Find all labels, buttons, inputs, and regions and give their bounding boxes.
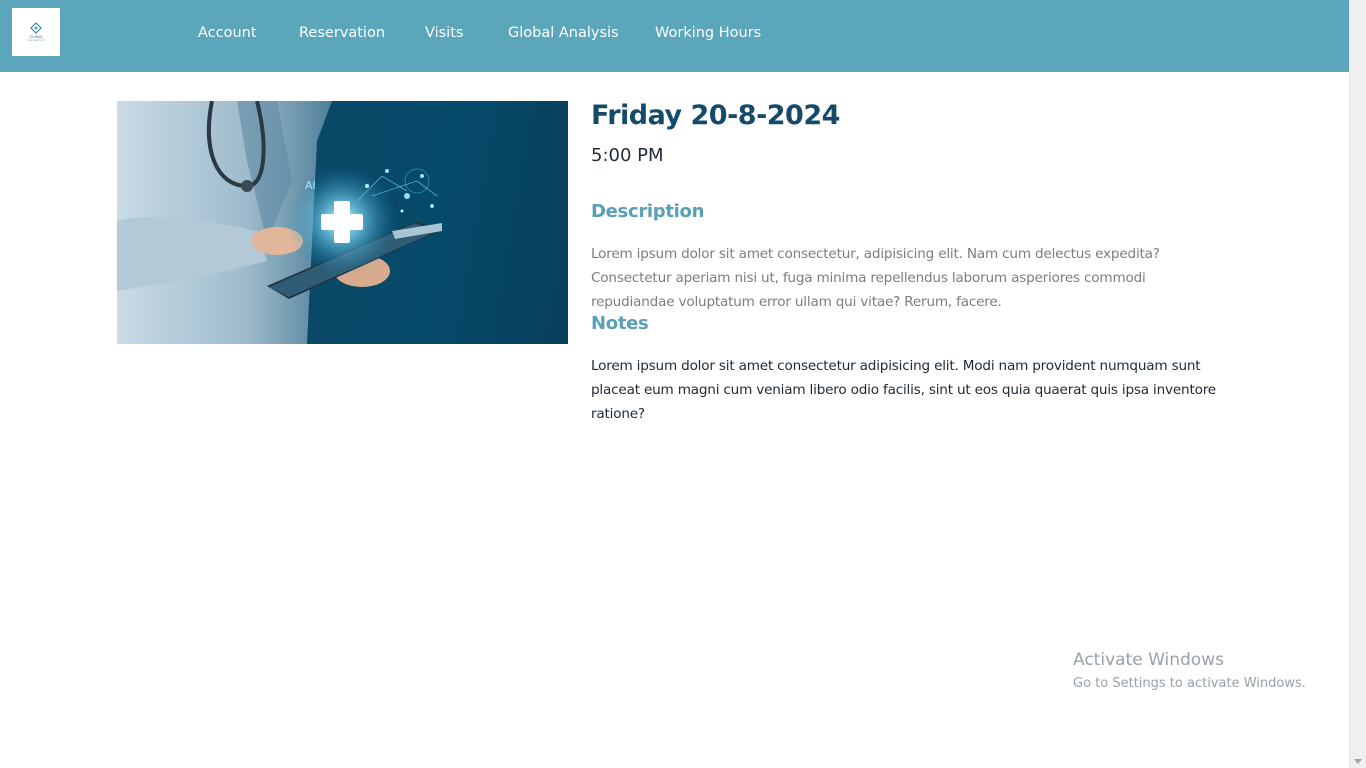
nav-working-hours[interactable]: Working Hours bbox=[655, 22, 761, 44]
notes-text: Lorem ipsum dolor sit amet consectetur a… bbox=[591, 358, 1216, 422]
doctor-illustration: AI bbox=[117, 101, 442, 344]
page-scrollbar[interactable] bbox=[1349, 0, 1366, 768]
doctor-hero-image: AI bbox=[117, 101, 568, 344]
nav-reservation[interactable]: Reservation bbox=[299, 22, 385, 44]
clinic-logo[interactable]: CLINIC your health first bbox=[12, 8, 60, 56]
top-navbar: CLINIC your health first Account Reserva… bbox=[0, 0, 1349, 72]
scroll-down-arrow-icon[interactable] bbox=[1354, 759, 1362, 764]
description-heading: Description bbox=[591, 201, 705, 222]
appointment-date: Friday 20-8-2024 bbox=[591, 100, 840, 131]
nav-visits[interactable]: Visits bbox=[425, 22, 463, 44]
logo-emblem-icon bbox=[30, 22, 42, 34]
logo-subtext: your health first bbox=[27, 39, 45, 42]
appointment-time: 5:00 PM bbox=[591, 145, 664, 166]
description-text: Lorem ipsum dolor sit amet consectetur, … bbox=[591, 246, 1160, 310]
notes-heading: Notes bbox=[591, 313, 649, 334]
nav-global-analysis[interactable]: Global Analysis bbox=[508, 22, 619, 44]
nav-account[interactable]: Account bbox=[198, 22, 257, 44]
ai-label: AI bbox=[305, 179, 316, 192]
activate-windows-subtitle: Go to Settings to activate Windows. bbox=[1073, 676, 1306, 691]
activate-windows-title: Activate Windows bbox=[1073, 650, 1224, 670]
